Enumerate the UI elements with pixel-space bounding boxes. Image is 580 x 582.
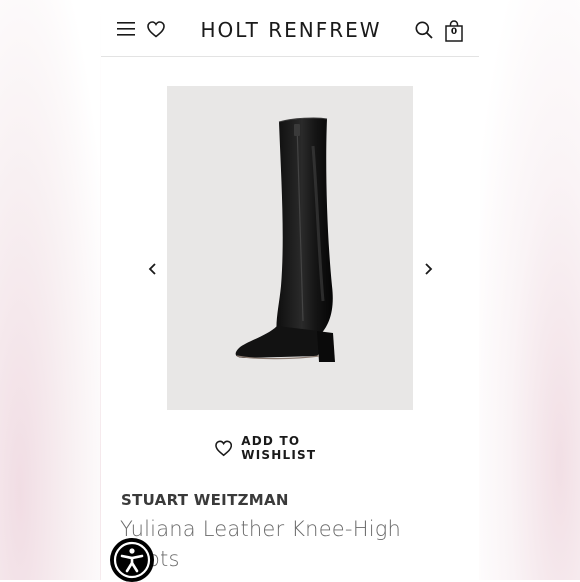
search-icon[interactable] — [415, 21, 433, 39]
boot-illustration — [235, 117, 335, 362]
bag-count-badge: 0 — [450, 27, 458, 37]
chevron-left-icon[interactable] — [146, 260, 160, 278]
background-left — [0, 0, 100, 580]
product-brand[interactable]: STUART WEITZMAN — [121, 491, 289, 509]
accessibility-icon — [113, 541, 151, 579]
mobile-screen: HOLT RENFREW 0 ADD TO WISHLIST STUART WE… — [101, 0, 479, 580]
add-to-wishlist-label: ADD TO WISHLIST — [241, 434, 317, 462]
heart-icon[interactable] — [147, 21, 165, 38]
heart-icon — [215, 440, 233, 456]
product-name: Yuliana Leather Knee-High Boots — [120, 517, 402, 571]
product-image[interactable] — [167, 86, 413, 410]
chevron-right-icon[interactable] — [421, 260, 435, 278]
hamburger-menu-icon[interactable] — [117, 22, 135, 36]
accessibility-button[interactable] — [110, 538, 154, 582]
brand-logo[interactable]: HOLT RENFREW — [191, 18, 391, 42]
add-to-wishlist-button[interactable]: ADD TO WISHLIST — [215, 434, 375, 462]
background-right — [480, 0, 580, 580]
site-header: HOLT RENFREW 0 — [101, 0, 479, 57]
